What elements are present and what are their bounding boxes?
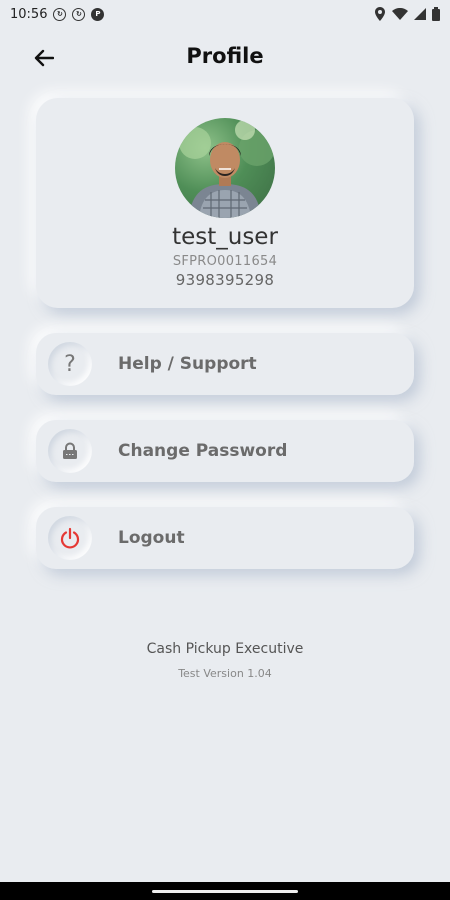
home-indicator[interactable] — [152, 890, 298, 893]
app-name: Cash Pickup Executive — [146, 641, 304, 657]
status-time: 10:56 — [10, 6, 48, 22]
app-bar: Profile — [0, 38, 450, 78]
location-icon — [375, 7, 385, 21]
help-support-button[interactable]: ? Help / Support — [36, 333, 414, 395]
power-icon — [48, 516, 92, 560]
battery-icon — [432, 7, 440, 21]
avatar-image — [179, 120, 275, 218]
wifi-icon — [392, 8, 408, 20]
sync-icon: ↻ — [72, 7, 86, 21]
status-right — [374, 7, 440, 21]
page-title: Profile — [186, 44, 264, 68]
profile-card: test_user SFPRO0011654 9398395298 — [36, 98, 414, 308]
lock-icon — [48, 429, 92, 473]
username: test_user — [172, 224, 278, 250]
menu-label-help: Help / Support — [118, 354, 257, 374]
menu-label-logout: Logout — [118, 528, 185, 548]
phone-number: 9398395298 — [175, 271, 275, 289]
menu-label-change-password: Change Password — [118, 441, 288, 461]
logout-button[interactable]: Logout — [36, 507, 414, 569]
user-id: SFPRO0011654 — [172, 254, 278, 269]
app-version: Test Version 1.04 — [178, 667, 272, 680]
avatar — [175, 118, 275, 218]
sync-icon: ↻ — [53, 7, 67, 21]
status-bar: 10:56 ↻ ↻ P — [0, 0, 450, 28]
pinterest-icon: P — [91, 7, 105, 21]
system-nav-bar — [0, 882, 450, 900]
power-glyph — [60, 527, 80, 549]
status-left: 10:56 ↻ ↻ P — [10, 6, 105, 22]
change-password-button[interactable]: Change Password — [36, 420, 414, 482]
signal-icon — [414, 8, 426, 20]
question-icon: ? — [48, 342, 92, 386]
lock-glyph — [63, 442, 77, 459]
